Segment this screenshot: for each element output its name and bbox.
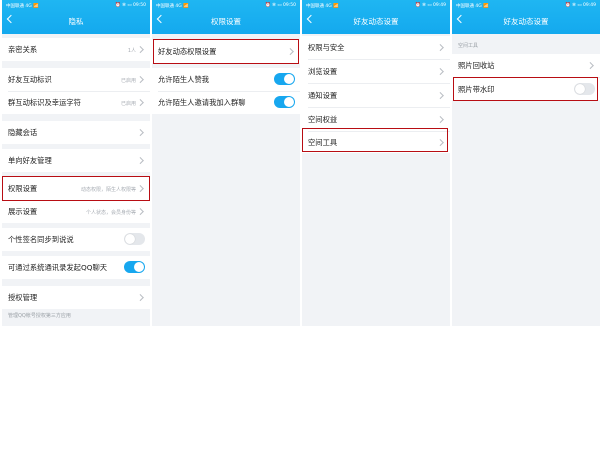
- page-title: 权限设置: [211, 17, 241, 26]
- row-intimate-relation[interactable]: 亲密关系 1人: [2, 38, 150, 61]
- chevron-right-icon: [437, 44, 444, 51]
- row-permission-security[interactable]: 权限与安全: [302, 36, 450, 59]
- row-label: 亲密关系: [8, 45, 38, 54]
- row-signature-sync: 个性签名同步到说说: [2, 228, 150, 251]
- footer-note: 管理QQ帐号授权第三方应用: [8, 313, 71, 319]
- row-value: 已启用: [120, 101, 136, 107]
- row-label: 可通过系统通讯录发起QQ聊天: [8, 263, 108, 272]
- screen-space-tools: 中国联通 4G 📶 ⏰ ✻ ▭ 09:49 好友动态设置 空间工具 照片回收站 …: [452, 0, 600, 326]
- row-label: 浏览设置: [308, 67, 338, 76]
- row-value: 个人状态，会员身份等: [85, 210, 136, 216]
- highlight-photo-watermark: [453, 77, 598, 101]
- chevron-right-icon: [137, 76, 144, 83]
- row-notification-settings[interactable]: 通知设置: [302, 84, 450, 107]
- row-label-group-mark[interactable]: 群互动标识及幸运字符: [8, 98, 81, 108]
- row-label: 权限与安全: [308, 43, 345, 52]
- row-label: 空间权益: [308, 115, 338, 124]
- chevron-right-icon: [437, 68, 444, 75]
- toggle-knob: [134, 262, 144, 272]
- row-value: 1人: [127, 48, 136, 54]
- page-title: 隐私: [68, 17, 84, 26]
- status-bar-time: ⏰ ✻ ▭ 09:49: [415, 3, 446, 8]
- toggle-knob: [125, 234, 135, 244]
- status-bar-carrier: 中国联通 4G 📶: [306, 4, 339, 9]
- row-label: 个性签名同步到说说: [8, 235, 74, 244]
- screen-privacy: 中国联通 4G 📶 ⏰ ✻ ▭ 09:50 隐私 亲密关系 1人 好友互动标识 …: [2, 0, 150, 326]
- row-hidden-chat[interactable]: 隐藏会话: [2, 121, 150, 144]
- row-friend-interaction-mark[interactable]: 好友互动标识 已启用 群互动标识及幸运字符 已启用: [2, 68, 150, 114]
- row-label: 隐藏会话: [8, 128, 38, 137]
- back-arrow-icon[interactable]: [156, 14, 166, 24]
- row-label: 好友互动标识: [8, 75, 52, 84]
- back-arrow-icon[interactable]: [306, 14, 316, 24]
- back-arrow-icon[interactable]: [6, 14, 16, 24]
- row-label: 照片回收站: [458, 61, 495, 70]
- row-label: 通知设置: [308, 91, 338, 100]
- toggle-knob: [284, 97, 294, 107]
- header: 中国联通 4G 📶 ⏰ ✻ ▭ 09:50 隐私: [2, 0, 150, 34]
- toggle-knob: [284, 74, 294, 84]
- row-label-display-settings[interactable]: 展示设置: [8, 207, 37, 217]
- divider: [158, 91, 300, 92]
- page-title: 好友动态设置: [503, 17, 549, 26]
- section-header: 空间工具: [458, 43, 479, 49]
- chevron-right-icon: [137, 208, 144, 215]
- divider: [8, 91, 150, 92]
- row-allow-stranger-like: 允许陌生人赞我 允许陌生人邀请我加入群聊: [152, 68, 300, 114]
- allow-stranger-invite-toggle[interactable]: [274, 96, 295, 108]
- highlight-space-tools: [302, 128, 448, 152]
- status-bar-time: ⏰ ✻ ▭ 09:50: [265, 3, 296, 8]
- back-arrow-icon[interactable]: [456, 14, 466, 24]
- row-label: 允许陌生人赞我: [158, 75, 210, 84]
- row-value: 已启用: [120, 78, 136, 84]
- chevron-right-icon: [587, 62, 594, 69]
- row-label: 单向好友管理: [8, 156, 52, 165]
- row-photo-recycle-bin[interactable]: 照片回收站: [452, 54, 600, 77]
- signature-sync-toggle[interactable]: [124, 233, 145, 245]
- status-bar-time: ⏰ ✻ ▭ 09:49: [565, 3, 596, 8]
- status-bar-carrier: 中国联通 4G 📶: [156, 4, 189, 9]
- chevron-right-icon: [437, 92, 444, 99]
- chevron-right-icon: [137, 46, 144, 53]
- chevron-right-icon: [437, 116, 444, 123]
- allow-stranger-like-toggle[interactable]: [274, 73, 295, 85]
- chevron-right-icon: [137, 157, 144, 164]
- header: 中国联通 4G 📶 ⏰ ✻ ▭ 09:49 好友动态设置: [302, 0, 450, 34]
- chevron-right-icon: [137, 294, 144, 301]
- row-authorization-management[interactable]: 授权管理: [2, 286, 150, 309]
- row-browse-settings[interactable]: 浏览设置: [302, 60, 450, 83]
- header: 中国联通 4G 📶 ⏰ ✻ ▭ 09:50 权限设置: [152, 0, 300, 34]
- page-title: 好友动态设置: [353, 17, 399, 26]
- row-label-stranger-invite: 允许陌生人邀请我加入群聊: [158, 98, 246, 107]
- chevron-right-icon: [137, 99, 144, 106]
- header: 中国联通 4G 📶 ⏰ ✻ ▭ 09:49 好友动态设置: [452, 0, 600, 34]
- highlight-friend-feed-permission: [153, 39, 299, 64]
- row-contacts-chat: 可通过系统通讯录发起QQ聊天: [2, 256, 150, 279]
- screen-friend-feed-settings: 中国联通 4G 📶 ⏰ ✻ ▭ 09:49 好友动态设置 权限与安全 浏览设置 …: [302, 0, 450, 326]
- row-label: 授权管理: [8, 293, 38, 302]
- status-bar-carrier: 中国联通 4G 📶: [6, 4, 39, 9]
- contacts-chat-toggle[interactable]: [124, 261, 145, 273]
- status-bar-time: ⏰ ✻ ▭ 09:50: [115, 3, 146, 8]
- highlight-permission-settings: [2, 176, 150, 201]
- chevron-right-icon: [137, 129, 144, 136]
- row-one-way-friend[interactable]: 单向好友管理: [2, 149, 150, 172]
- status-bar-carrier: 中国联通 4G 📶: [456, 4, 489, 9]
